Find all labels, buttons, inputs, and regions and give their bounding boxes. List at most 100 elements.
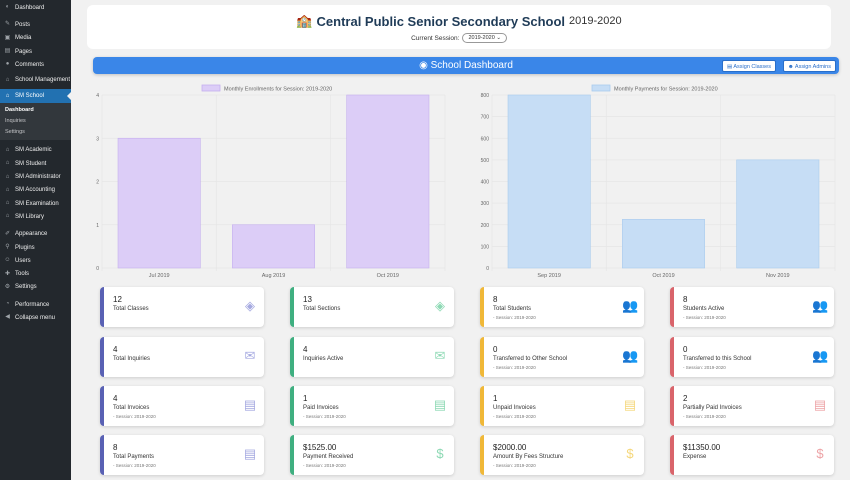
sidebar-item-school-management[interactable]: ⌂ School Management — [0, 71, 71, 89]
sidebar-item-users[interactable]: ☺ Users — [0, 254, 71, 267]
sidebar-item-sm-student[interactable]: ⌂ SM Student — [0, 157, 71, 170]
page-icon: ▤ — [4, 48, 11, 55]
stat-session: - Session: 2019-2020 — [683, 315, 726, 320]
stat-card: 8 Total Students - Session: 2019-2020 👥 — [480, 287, 644, 327]
admin-sidebar: ◐ Dashboard ✎ Posts ▣ Media ▤ Pages ● Comment… — [0, 0, 71, 480]
user-add-icon: ☻ — [787, 63, 794, 70]
y-tick-label: 0 — [96, 266, 99, 272]
stat-label: Transferred to this School — [683, 356, 752, 362]
session-select[interactable]: 2019-2020 ⌄ — [462, 33, 507, 43]
sidebar-item-media[interactable]: ▣ Media — [0, 32, 71, 45]
main-content: 🏫 Central Public Senior Secondary School… — [71, 0, 850, 480]
payments-chart: Monthly Payments for Session: 2019-2020 0… — [480, 82, 840, 282]
bar — [346, 94, 430, 269]
stat-card: 4 Total Invoices - Session: 2019-2020 ▤ — [100, 386, 264, 426]
collapse-icon: ◀ — [5, 314, 10, 321]
stat-label: Transferred to Other School — [493, 356, 568, 362]
stat-session: - Session: 2019-2020 — [113, 414, 156, 419]
envelope-icon: ✉ — [434, 348, 446, 363]
sidebar-item-appearance[interactable]: ✐ Appearance — [0, 228, 71, 241]
x-tick-label: Jul 2019 — [149, 273, 170, 279]
stat-card: 12 Total Classes ◈ — [100, 287, 264, 327]
legend-label: Monthly Payments for Session: 2019-2020 — [614, 87, 718, 93]
sidebar-item-sm-accounting[interactable]: ⌂ SM Accounting — [0, 184, 71, 197]
stat-value: 4 — [113, 394, 118, 403]
submenu-dashboard[interactable]: Dashboard — [0, 105, 71, 116]
y-tick-label: 1 — [96, 223, 99, 229]
sidebar-item-dashboard[interactable]: ◐ Dashboard — [0, 1, 71, 14]
sidebar-item-performance[interactable]: ◔ Performance — [0, 298, 71, 311]
submenu-settings[interactable]: Settings — [0, 127, 71, 138]
speedometer-icon: ◉ — [419, 60, 428, 71]
sidebar-item-sm-examination[interactable]: ⌂ SM Examination — [0, 197, 71, 210]
bar — [117, 137, 201, 269]
stat-label: Inquiries Active — [303, 356, 344, 362]
school-icon: ⌂ — [5, 146, 10, 153]
stat-card: $1525.00 Payment Received - Session: 2019-… — [290, 435, 454, 475]
y-tick-label: 2 — [96, 180, 99, 186]
invoice-icon: ▤ — [243, 397, 257, 412]
stat-card: 13 Total Sections ◈ — [290, 287, 454, 327]
envelope-icon: ✉ — [244, 348, 256, 363]
plugin-icon: ⚲ — [5, 244, 10, 250]
stat-card: 2 Partially Paid Invoices - Session: 2019-… — [670, 386, 834, 426]
assign-classes-button[interactable]: ▤ Assign Classes — [721, 59, 776, 72]
stat-label: Total Sections — [303, 306, 341, 312]
stat-value: 12 — [113, 295, 122, 304]
y-tick-label: 600 — [481, 136, 490, 142]
school-icon: ⌂ — [5, 160, 10, 167]
stat-value: $11350.00 — [683, 443, 721, 452]
comment-icon: ● — [5, 61, 10, 68]
stat-card: 8 Total Payments - Session: 2019-2020 ▤ — [100, 435, 264, 475]
stat-session: - Session: 2019-2020 — [303, 463, 346, 468]
users-icon: 👥 — [622, 348, 639, 363]
gauge-icon: ◔ — [5, 301, 10, 308]
stat-label: Total Invoices — [113, 405, 150, 411]
classes-icon: ▤ — [726, 63, 733, 70]
sidebar-item-tools[interactable]: ✚ Tools — [0, 267, 71, 280]
school-icon: ⌂ — [5, 186, 10, 193]
stat-card: $11350.00 Expense $ — [670, 435, 834, 475]
stat-value: 13 — [303, 295, 312, 304]
payments-chart-svg: Monthly Payments for Session: 2019-2020 0… — [481, 84, 836, 279]
stat-label: Total Students — [493, 306, 532, 312]
enrollments-chart-svg: Monthly Enrollments for Session: 2019-20… — [96, 84, 446, 279]
x-tick-label: Aug 2019 — [262, 273, 286, 279]
y-tick-label: 800 — [481, 93, 490, 99]
school-icon: ⌂ — [5, 200, 10, 207]
sidebar-item-comments[interactable]: ● Comments — [0, 58, 71, 71]
y-tick-label: 4 — [96, 93, 99, 99]
chevron-down-icon: ⌄ — [496, 35, 501, 41]
legend-label: Monthly Enrollments for Session: 2019-20… — [224, 87, 332, 93]
sidebar-item-posts[interactable]: ✎ Posts — [0, 18, 71, 31]
assign-admins-button[interactable]: ☻ Assign Admins — [782, 59, 836, 72]
stat-value: $2000.00 — [493, 443, 527, 452]
sidebar-item-sm-administrator[interactable]: ⌂ SM Administrator — [0, 170, 71, 183]
stat-value: 8 — [493, 295, 498, 304]
sidebar-item-sm-library[interactable]: ⌂ SM Library — [0, 210, 71, 223]
users-icon: 👥 — [812, 348, 829, 363]
stat-session: - Session: 2019-2020 — [683, 414, 726, 419]
dashboard-icon: ◐ — [5, 4, 10, 11]
stat-session: - Session: 2019-2020 — [303, 414, 346, 419]
users-icon: 👥 — [622, 298, 639, 313]
sidebar-item-plugins[interactable]: ⚲ Plugins — [0, 241, 71, 254]
x-tick-label: Nov 2019 — [766, 273, 790, 279]
submenu-inquiries[interactable]: Inquiries — [0, 116, 71, 127]
stat-session: - Session: 2019-2020 — [493, 365, 536, 370]
sidebar-item-sm-academic[interactable]: ⌂ SM Academic — [0, 144, 71, 157]
y-tick-label: 100 — [481, 244, 490, 250]
school-building-icon: 🏫 — [296, 13, 313, 28]
sidebar-item-pages[interactable]: ▤ Pages — [0, 45, 71, 58]
sidebar-item-settings[interactable]: ⚙ Settings — [0, 281, 71, 294]
stat-value: 4 — [303, 345, 308, 354]
y-tick-label: 200 — [481, 223, 490, 229]
y-tick-label: 300 — [481, 201, 490, 207]
stat-label: Expense — [683, 454, 707, 460]
stat-value: 8 — [683, 295, 688, 304]
stat-value: 0 — [683, 345, 688, 354]
stat-value: 4 — [113, 345, 118, 354]
invoice-icon: ▤ — [813, 397, 827, 412]
sidebar-item-sm-school[interactable]: ⌂ SM School — [0, 89, 71, 103]
collapse-menu-button[interactable]: ◀ Collapse menu — [0, 311, 71, 324]
